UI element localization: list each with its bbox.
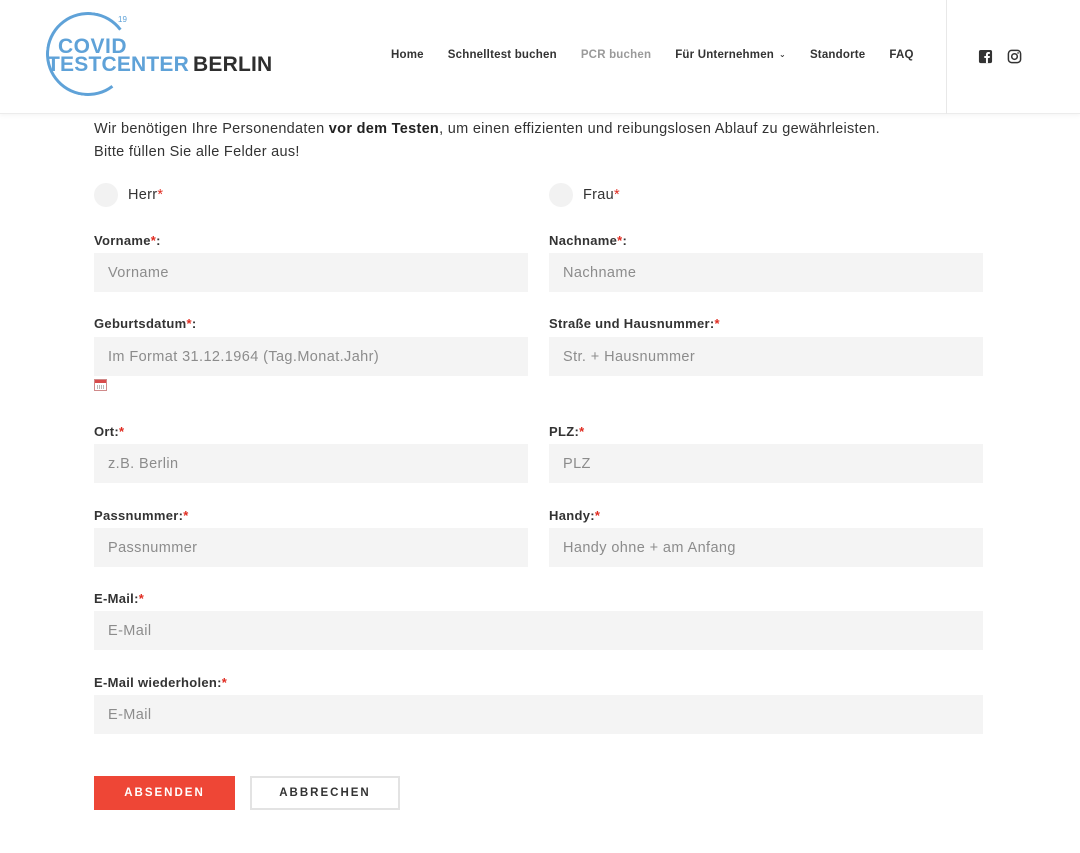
nav-item-schnelltest[interactable]: Schnelltest buchen bbox=[448, 49, 557, 61]
ort-label: Ort:* bbox=[94, 424, 124, 439]
email-repeat-label: E-Mail wiederholen:* bbox=[94, 675, 227, 690]
intro-part1: Wir benötigen Ihre Personendaten bbox=[94, 121, 329, 137]
vorname-label-text: Vorname bbox=[94, 233, 151, 248]
site-logo[interactable]: 19 COVID TESTCENTER BERLIN bbox=[40, 6, 286, 102]
geburtsdatum-field[interactable] bbox=[94, 337, 528, 376]
plz-label-text: PLZ: bbox=[549, 424, 580, 439]
main-nav: Home Schnelltest buchen PCR buchen Für U… bbox=[391, 49, 938, 61]
handy-label-text: Handy: bbox=[549, 508, 595, 523]
required-mark: * bbox=[119, 424, 125, 439]
vorname-label: Vorname*: bbox=[94, 233, 161, 248]
instagram-icon[interactable] bbox=[1007, 49, 1022, 64]
radio-herr-text: Herr bbox=[128, 187, 158, 203]
logo-line2: TESTCENTER BERLIN bbox=[47, 53, 272, 77]
radio-herr-label: Herr* bbox=[128, 187, 163, 203]
required-mark: * bbox=[138, 591, 145, 606]
intro-line2: Bitte füllen Sie alle Felder aus! bbox=[94, 144, 300, 160]
strasse-field[interactable] bbox=[549, 337, 983, 376]
email-repeat-field[interactable] bbox=[94, 695, 983, 734]
nachname-field[interactable] bbox=[549, 253, 983, 292]
logo-berlin-text: BERLIN bbox=[193, 53, 273, 76]
vorname-label-suffix: : bbox=[156, 233, 161, 248]
ort-label-text: Ort: bbox=[94, 424, 120, 439]
email-field[interactable] bbox=[94, 611, 983, 650]
required-mark: * bbox=[183, 508, 189, 523]
strasse-label-text: Straße und Hausnummer: bbox=[549, 316, 715, 331]
site-header: 19 COVID TESTCENTER BERLIN Home Schnellte… bbox=[0, 0, 1080, 114]
radio-herr[interactable] bbox=[94, 183, 118, 207]
nav-item-standorte[interactable]: Standorte bbox=[810, 49, 865, 61]
ort-field[interactable] bbox=[94, 444, 528, 483]
intro-bold: vor dem Testen bbox=[328, 121, 440, 137]
nachname-label-suffix: : bbox=[622, 233, 628, 248]
nav-item-unternehmen[interactable]: Für Unternehmen ⌄ bbox=[675, 49, 786, 61]
plz-field[interactable] bbox=[549, 444, 983, 483]
vorname-field[interactable] bbox=[94, 253, 528, 292]
handy-label: Handy:* bbox=[549, 508, 600, 523]
intro-part2: , um einen effizienten und reibungslosen… bbox=[439, 121, 880, 137]
required-mark: * bbox=[157, 187, 164, 203]
passnummer-label-text: Passnummer: bbox=[94, 508, 184, 523]
logo-superscript: 19 bbox=[118, 15, 127, 24]
handy-field[interactable] bbox=[549, 528, 983, 567]
social-links bbox=[978, 49, 1022, 64]
email-repeat-label-text: E-Mail wiederholen: bbox=[94, 675, 222, 690]
nachname-label-text: Nachname bbox=[549, 233, 618, 248]
radio-frau-label: Frau* bbox=[583, 187, 620, 203]
header-divider bbox=[946, 0, 947, 114]
required-mark: * bbox=[714, 316, 720, 331]
required-mark: * bbox=[579, 424, 585, 439]
email-label-text: E-Mail: bbox=[94, 591, 139, 606]
radio-frau-text: Frau bbox=[583, 187, 615, 203]
required-mark: * bbox=[594, 508, 601, 523]
nav-item-faq[interactable]: FAQ bbox=[889, 49, 913, 61]
geburtsdatum-label-suffix: : bbox=[191, 316, 197, 331]
strasse-label: Straße und Hausnummer:* bbox=[549, 316, 720, 331]
cancel-button[interactable]: ABBRECHEN bbox=[250, 776, 400, 810]
nav-item-unternehmen-label: Für Unternehmen bbox=[675, 49, 775, 61]
facebook-icon[interactable] bbox=[978, 49, 993, 64]
nav-item-home[interactable]: Home bbox=[391, 49, 424, 61]
passnummer-field[interactable] bbox=[94, 528, 528, 567]
passnummer-label: Passnummer:* bbox=[94, 508, 189, 523]
geburtsdatum-label-text: Geburtsdatum bbox=[94, 316, 187, 331]
required-mark: * bbox=[221, 675, 228, 690]
salutation-herr[interactable]: Herr* bbox=[94, 183, 163, 207]
plz-label: PLZ:* bbox=[549, 424, 584, 439]
chevron-down-icon: ⌄ bbox=[779, 50, 786, 59]
required-mark: * bbox=[614, 187, 620, 203]
intro-text: Wir benötigen Ihre Personendaten vor dem… bbox=[94, 118, 994, 164]
submit-button[interactable]: ABSENDEN bbox=[94, 776, 235, 810]
logo-testcenter-text: TESTCENTER bbox=[47, 53, 190, 76]
salutation-frau[interactable]: Frau* bbox=[549, 183, 620, 207]
email-label: E-Mail:* bbox=[94, 591, 144, 606]
calendar-icon[interactable] bbox=[94, 379, 107, 391]
radio-frau[interactable] bbox=[549, 183, 573, 207]
geburtsdatum-label: Geburtsdatum*: bbox=[94, 316, 196, 331]
nachname-label: Nachname*: bbox=[549, 233, 627, 248]
nav-item-pcr[interactable]: PCR buchen bbox=[581, 49, 651, 61]
